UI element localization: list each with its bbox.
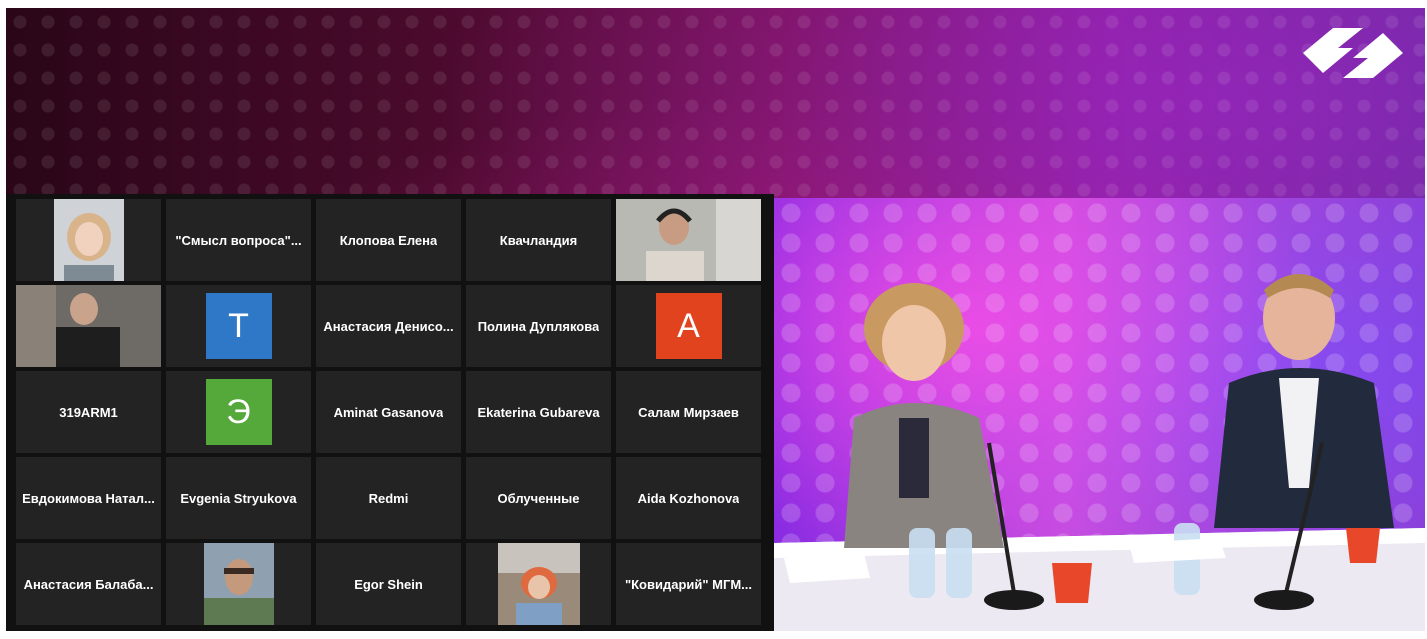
participant-name: Полина Дуплякова [477, 318, 600, 334]
participant-video [616, 199, 761, 281]
participant-name: Анастасия Балаба... [23, 576, 154, 592]
participant-tile[interactable]: Анастасия Балаба... [16, 543, 161, 625]
avatar: Э [205, 379, 272, 445]
participant-name: Клопова Елена [339, 232, 438, 248]
participant-tile[interactable]: Aida Kozhonova [616, 457, 761, 539]
participant-tile[interactable]: "Ковидарий" МГМ... [616, 543, 761, 625]
participant-name: Квачландия [499, 232, 578, 248]
participant-tile[interactable]: 319ARM1 [16, 371, 161, 453]
participant-tile[interactable]: Ekaterina Gubareva [466, 371, 611, 453]
participant-tile[interactable]: Evgenia Stryukova [166, 457, 311, 539]
participant-tile[interactable]: A [616, 285, 761, 367]
participant-name: Евдокимова Натал... [22, 490, 155, 506]
participant-tile[interactable]: Облученные [466, 457, 611, 539]
participant-name: 319ARM1 [59, 404, 118, 420]
participant-tile-active[interactable] [16, 285, 161, 367]
participant-tile[interactable] [166, 543, 311, 625]
participant-tile[interactable]: Клопова Елена [316, 199, 461, 281]
participant-tile[interactable] [616, 199, 761, 281]
participant-tile[interactable]: T [166, 285, 311, 367]
participant-tile[interactable]: Egor Shein [316, 543, 461, 625]
participant-tile[interactable]: Redmi [316, 457, 461, 539]
participant-tile[interactable]: Евдокимова Натал... [16, 457, 161, 539]
participant-name: Redmi [368, 490, 409, 506]
participant-name: Анастасия Денисо... [323, 318, 454, 334]
participant-tile[interactable]: Анастасия Денисо... [316, 285, 461, 367]
participant-video [497, 543, 580, 625]
studio-scene [774, 274, 1425, 631]
studio-video-feed [774, 198, 1425, 631]
participant-name: Egor Shein [354, 576, 423, 592]
avatar: T [205, 293, 272, 359]
participant-name: "Ковидарий" МГМ... [624, 576, 753, 592]
participant-tile[interactable]: Aminat Gasanova [316, 371, 461, 453]
participant-name: Evgenia Stryukova [180, 490, 297, 506]
participant-name: Облученные [497, 490, 580, 506]
participant-tile[interactable]: Салам Мирзаев [616, 371, 761, 453]
broadcast-stage: "Смысл вопроса"... Клопова Елена Квачлан… [6, 8, 1425, 631]
participant-name: Aida Kozhonova [637, 490, 740, 506]
participant-tile[interactable]: Э [166, 371, 311, 453]
participant-tile[interactable]: "Смысл вопроса"... [166, 199, 311, 281]
participant-tile[interactable] [16, 199, 161, 281]
participant-video [16, 285, 161, 367]
participant-name: Aminat Gasanova [333, 404, 444, 420]
participant-tile[interactable]: Квачландия [466, 199, 611, 281]
participant-video [203, 543, 274, 625]
participant-name: Ekaterina Gubareva [477, 404, 600, 420]
participant-tile[interactable] [466, 543, 611, 625]
participant-grid: "Смысл вопроса"... Клопова Елена Квачлан… [6, 194, 774, 631]
avatar: A [655, 293, 722, 359]
channel-logo-icon [1303, 28, 1403, 78]
participant-tile[interactable]: Полина Дуплякова [466, 285, 611, 367]
participant-video [53, 199, 124, 281]
participant-name: "Смысл вопроса"... [175, 232, 302, 248]
participant-name: Салам Мирзаев [638, 404, 739, 420]
